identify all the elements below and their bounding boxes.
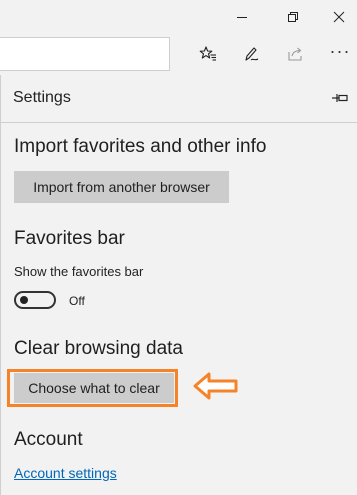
favorites-button[interactable] <box>186 33 230 75</box>
favorites-star-icon <box>199 46 216 61</box>
clear-data-heading: Clear browsing data <box>14 338 183 359</box>
close-icon <box>333 11 345 22</box>
settings-title: Settings <box>13 89 71 106</box>
favorites-bar-toggle[interactable] <box>14 291 56 309</box>
choose-what-to-clear-button[interactable]: Choose what to clear <box>14 373 174 403</box>
account-settings-link[interactable]: Account settings <box>14 465 117 481</box>
minimize-icon <box>237 16 247 18</box>
favorites-bar-toggle-state: Off <box>69 294 85 308</box>
web-note-button[interactable] <box>230 33 274 75</box>
restore-button[interactable] <box>270 0 316 33</box>
pin-icon <box>332 94 348 102</box>
pin-button[interactable] <box>331 89 349 107</box>
minimize-button[interactable] <box>219 0 265 33</box>
browser-window: ··· Settings Import favorites and other … <box>0 0 357 495</box>
import-button[interactable]: Import from another browser <box>14 171 229 203</box>
share-button[interactable] <box>274 33 318 75</box>
favorites-bar-toggle-label: Show the favorites bar <box>14 264 144 279</box>
import-heading: Import favorites and other info <box>14 136 267 157</box>
favorites-bar-heading: Favorites bar <box>14 228 125 249</box>
restore-icon <box>288 11 298 22</box>
address-bar[interactable] <box>0 37 170 71</box>
close-button[interactable] <box>316 0 357 33</box>
settings-panel: Settings Import favorites and other info… <box>0 75 357 495</box>
browser-toolbar: ··· <box>0 33 357 75</box>
share-icon <box>288 47 302 61</box>
left-arrow-callout-icon <box>193 372 238 400</box>
more-button[interactable]: ··· <box>318 33 357 75</box>
title-bar <box>0 0 357 33</box>
toggle-knob <box>20 296 28 304</box>
settings-divider <box>1 122 357 123</box>
account-heading: Account <box>14 429 83 450</box>
web-note-pen-icon <box>245 47 259 61</box>
more-ellipsis-icon: ··· <box>329 41 351 61</box>
